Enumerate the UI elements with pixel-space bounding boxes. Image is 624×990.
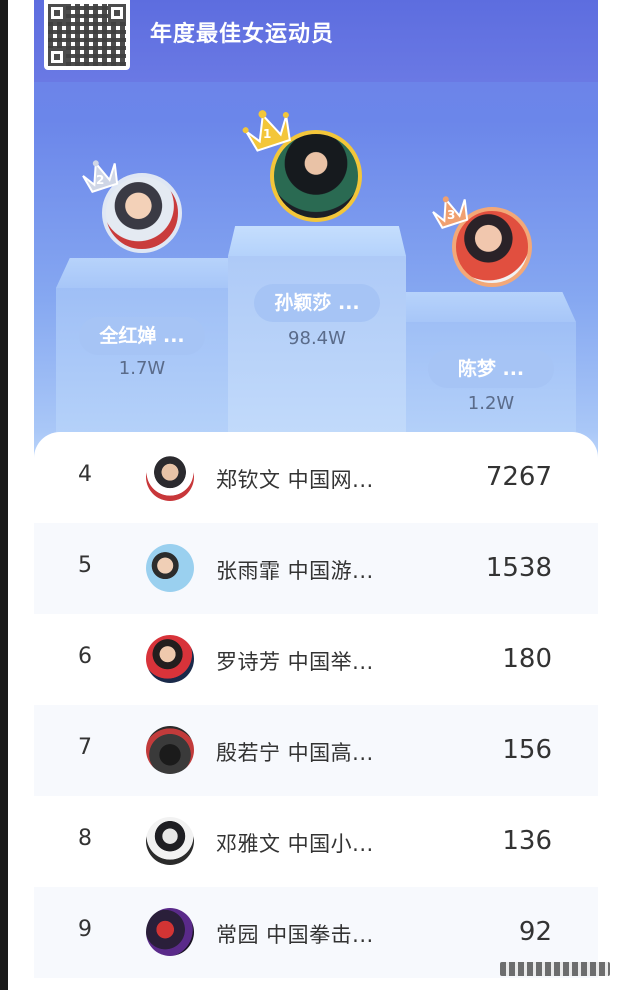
list-rank: 7 — [78, 735, 92, 760]
list-item[interactable]: 8 邓雅文 中国小... 136 — [34, 796, 598, 887]
list-value: 7267 — [485, 462, 552, 492]
avatar — [146, 453, 194, 501]
list-item[interactable]: 5 张雨霏 中国游... 1538 — [34, 523, 598, 614]
podium-name-2[interactable]: 全红婵 ... — [79, 317, 205, 355]
podium-name-1[interactable]: 孙颖莎 ... — [254, 284, 380, 322]
ranking-panel: 年度最佳女运动员 2 全红婵 ... 1.7W 1 孙颖莎 ... 98.4W … — [34, 0, 598, 990]
left-frame-edge — [0, 0, 8, 990]
podium-score-1: 98.4W — [288, 328, 346, 349]
podium-score-3: 1.2W — [467, 393, 515, 414]
list-name: 殷若宁 中国高... — [216, 741, 374, 765]
list-item[interactable]: 7 殷若宁 中国高... 156 — [34, 705, 598, 796]
list-name: 邓雅文 中国小... — [216, 832, 374, 856]
list-rank: 5 — [78, 553, 92, 578]
list-value: 136 — [502, 826, 552, 856]
list-value: 156 — [502, 735, 552, 765]
avatar — [146, 544, 194, 592]
page-title: 年度最佳女运动员 — [150, 22, 335, 47]
list-value: 1538 — [485, 553, 552, 583]
podium-score-2: 1.7W — [118, 358, 166, 379]
list-name: 罗诗芳 中国举... — [216, 650, 374, 674]
list-value: 92 — [518, 917, 552, 947]
list-name: 郑钦文 中国网... — [216, 468, 374, 492]
avatar — [146, 726, 194, 774]
podium-rank-label: 3 — [447, 208, 456, 222]
list-rank: 8 — [78, 826, 92, 851]
list-name: 张雨霏 中国游... — [216, 559, 374, 583]
list-rank: 4 — [78, 462, 92, 487]
list-rank: 6 — [78, 644, 92, 669]
podium-name-3[interactable]: 陈梦 ... — [428, 350, 554, 388]
list-name: 常园 中国拳击... — [216, 923, 374, 947]
qr-code-icon — [44, 0, 130, 70]
avatar — [146, 908, 194, 956]
podium-rank-label: 1 — [263, 127, 272, 141]
list-item[interactable]: 4 郑钦文 中国网... 7267 — [34, 432, 598, 523]
list-value: 180 — [502, 644, 552, 674]
ranking-list: 4 郑钦文 中国网... 7267 5 张雨霏 中国游... 1538 6 罗诗… — [34, 432, 598, 990]
avatar — [146, 817, 194, 865]
header-bar: 年度最佳女运动员 — [34, 0, 598, 82]
list-rank: 9 — [78, 917, 92, 942]
watermark-logo — [500, 962, 610, 976]
avatar — [146, 635, 194, 683]
podium-rank-label: 2 — [96, 173, 105, 187]
list-item[interactable]: 6 罗诗芳 中国举... 180 — [34, 614, 598, 705]
